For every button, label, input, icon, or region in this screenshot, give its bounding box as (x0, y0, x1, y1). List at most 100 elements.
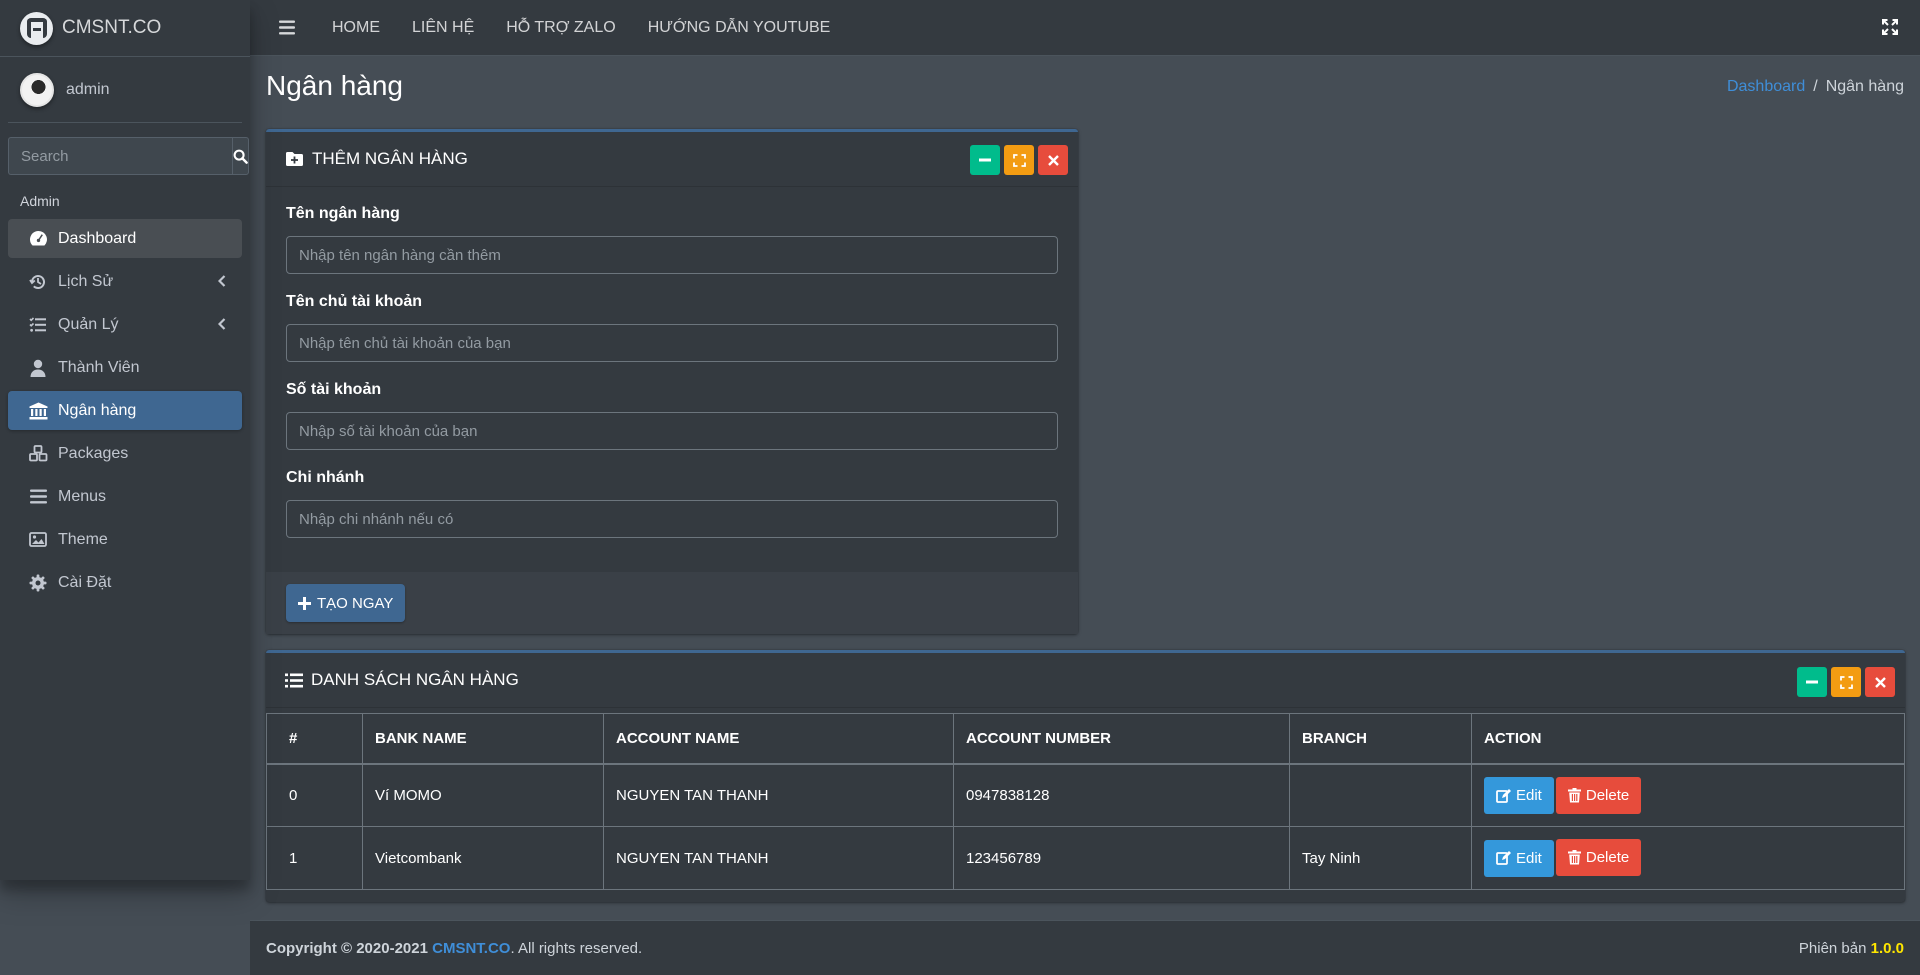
cell-actions: Edit Delete (1471, 826, 1905, 890)
edit-label: Edit (1516, 849, 1542, 867)
cubes-icon (28, 444, 48, 464)
sidebar-item-menus[interactable]: Menus (8, 477, 242, 516)
delete-button[interactable]: Delete (1555, 776, 1642, 814)
collapse-button[interactable] (970, 145, 1000, 175)
search-button[interactable] (232, 137, 249, 175)
sidebar-item-packages[interactable]: Packages (8, 434, 242, 473)
sidebar-item-label: Theme (58, 530, 108, 548)
add-bank-form: Tên ngân hàng Tên chủ tài khoản Số tài k… (266, 187, 1078, 538)
maximize-button[interactable] (1004, 145, 1034, 175)
delete-label: Delete (1585, 849, 1630, 867)
hamburger-icon[interactable] (274, 20, 300, 35)
bank-name-label: Tên ngân hàng (286, 205, 400, 222)
sidebar-nav: Dashboard Lịch Sử Quản Lý Thành Viên Ngâ… (8, 219, 242, 602)
edit-icon (1496, 851, 1511, 866)
trash-icon (1567, 850, 1581, 865)
image-icon (28, 530, 48, 550)
bank-list-card: DANH SÁCH NGÂN HÀNG # BANK NAME ACCOUNT … (266, 650, 1905, 902)
footer-suffix: . All rights reserved. (510, 939, 643, 957)
table-row: 1 Vietcombank NGUYEN TAN THANH 123456789… (266, 826, 1905, 890)
expand-icon (1012, 153, 1026, 167)
maximize-button[interactable] (1831, 667, 1861, 697)
column-header-account-number: ACCOUNT NUMBER (953, 713, 1290, 765)
chevron-left-icon (218, 318, 226, 330)
brand-name: CMSNT.CO (62, 17, 162, 38)
branch-input[interactable] (286, 500, 1058, 538)
sidebar-item-label: Thành Viên (58, 358, 140, 376)
sidebar-item-theme[interactable]: Theme (8, 520, 242, 559)
sidebar-item-ngan-hang[interactable]: Ngân hàng (8, 391, 242, 430)
user-icon (28, 358, 48, 378)
tachometer-icon (28, 229, 48, 249)
brand-link[interactable]: CMSNT.CO (0, 0, 250, 57)
nav-link-lien-he[interactable]: LIÊN HỆ (412, 19, 474, 37)
create-bank-button[interactable]: TẠO NGAY (286, 584, 406, 622)
plus-icon (298, 596, 311, 610)
version-label: Phiên bản (1798, 939, 1867, 957)
edit-button[interactable]: Edit (1484, 839, 1554, 877)
sidebar-item-label: Quản Lý (58, 315, 119, 333)
cell-index: 0 (266, 763, 363, 827)
branch-group: Chi nhánh (286, 469, 1058, 538)
branch-label: Chi nhánh (286, 469, 365, 486)
edit-label: Edit (1516, 787, 1542, 804)
sidebar-item-label: Menus (58, 487, 107, 505)
breadcrumb: Dashboard / Ngân hàng (1727, 78, 1904, 96)
collapse-button[interactable] (1797, 667, 1827, 697)
column-header-bank-name: BANK NAME (362, 713, 604, 765)
user-name[interactable]: admin (66, 81, 110, 99)
minus-icon (979, 158, 991, 162)
history-icon (28, 272, 48, 292)
cell-bank-name: Ví MOMO (362, 763, 604, 827)
card-title: THÊM NGÂN HÀNG (312, 149, 468, 168)
sidebar-item-label: Ngân hàng (58, 401, 137, 419)
bank-name-group: Tên ngân hàng (286, 205, 1058, 274)
column-header-account-name: ACCOUNT NAME (603, 713, 954, 765)
nav-link-ho-tro-zalo[interactable]: HỖ TRỢ ZALO (506, 19, 615, 37)
remove-button[interactable] (1038, 145, 1068, 175)
cell-account-name: NGUYEN TAN THANH (603, 826, 954, 890)
sidebar-item-label: Packages (58, 444, 129, 462)
remove-button[interactable] (1865, 667, 1895, 697)
version-number: 1.0.0 (1870, 939, 1904, 957)
sidebar-item-cai-dat[interactable]: Cài Đặt (8, 563, 242, 602)
cell-actions: Edit Delete (1471, 763, 1905, 827)
account-holder-label: Tên chủ tài khoản (286, 293, 423, 310)
sidebar-item-label: Cài Đặt (58, 573, 112, 591)
copyright-text: Copyright © 2020-2021 (266, 939, 428, 957)
bank-table: # BANK NAME ACCOUNT NAME ACCOUNT NUMBER … (266, 713, 1905, 890)
sidebar-item-dashboard[interactable]: Dashboard (8, 219, 242, 258)
footer-brand-link[interactable]: CMSNT.CO (432, 940, 510, 957)
column-header-index: # (266, 713, 363, 765)
gear-icon (28, 573, 48, 593)
nav-link-home[interactable]: HOME (332, 19, 380, 37)
breadcrumb-home-link[interactable]: Dashboard (1727, 78, 1805, 96)
avatar (20, 72, 54, 107)
sidebar-item-quan-ly[interactable]: Quản Lý (8, 305, 242, 344)
minus-icon (1806, 680, 1818, 684)
folder-plus-icon (285, 151, 304, 167)
cell-account-number: 123456789 (953, 826, 1290, 890)
nav-link-huong-dan-youtube[interactable]: HƯỚNG DẪN YOUTUBE (648, 19, 831, 37)
fullscreen-icon[interactable] (1882, 19, 1898, 35)
brand-logo-icon (20, 11, 53, 45)
sidebar: CMSNT.CO admin Admin Dashboard Lịch Sử (0, 0, 250, 880)
card-title: DANH SÁCH NGÂN HÀNG (311, 670, 519, 689)
account-holder-group: Tên chủ tài khoản (286, 293, 1058, 362)
edit-button[interactable]: Edit (1484, 777, 1554, 814)
account-holder-input[interactable] (286, 324, 1058, 362)
search-icon (233, 149, 248, 164)
search-input[interactable] (8, 137, 232, 175)
sidebar-item-lich-su[interactable]: Lịch Sử (8, 262, 242, 301)
sidebar-item-thanh-vien[interactable]: Thành Viên (8, 348, 242, 387)
bank-name-input[interactable] (286, 236, 1058, 274)
breadcrumb-current: Ngân hàng (1825, 78, 1904, 95)
bars-icon (28, 487, 48, 507)
delete-button[interactable]: Delete (1555, 839, 1642, 877)
table-row: 0 Ví MOMO NGUYEN TAN THANH 0947838128 Ed… (266, 763, 1905, 827)
user-panel[interactable]: admin (8, 57, 242, 123)
account-number-input[interactable] (286, 412, 1058, 450)
chevron-left-icon (218, 275, 226, 287)
account-number-group: Số tài khoản (286, 381, 1058, 450)
page-title: Ngân hàng (266, 70, 404, 101)
